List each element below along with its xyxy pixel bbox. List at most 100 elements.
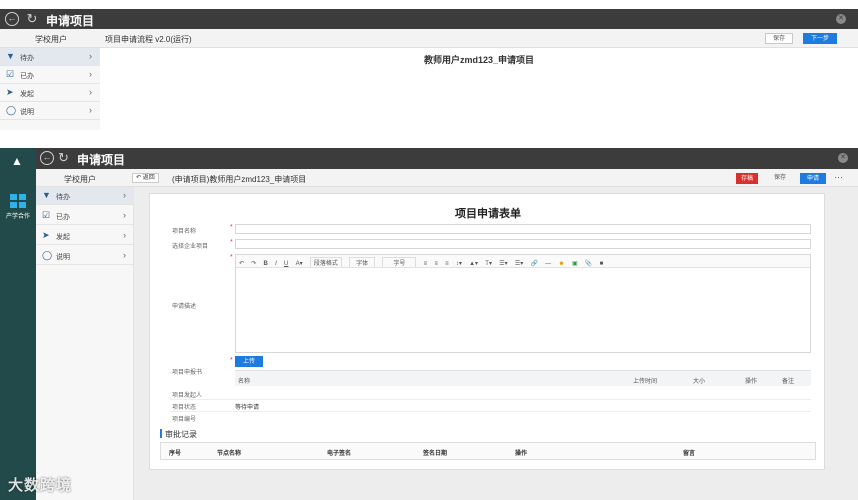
sidebar-item-label: 已办 <box>56 214 70 221</box>
chevron-right-icon: › <box>123 210 126 220</box>
close-icon[interactable]: ✕ <box>836 14 846 24</box>
paragraph-format-select[interactable]: 段落格式 <box>309 257 342 267</box>
col-upload-time: 上传时间 <box>633 379 658 385</box>
top-process-label: 项目申请流程 v2.0(运行) <box>105 35 192 44</box>
chevron-right-icon: › <box>89 51 92 61</box>
undo-icon[interactable]: ↶ <box>239 260 244 267</box>
bottom-sidebar-item-done[interactable]: ☑ 已办 › <box>36 207 134 225</box>
bottom-user-label: 学校用户 <box>64 175 96 184</box>
top-sidebar-item-help[interactable]: ◯ 说明 › <box>0 102 100 120</box>
bottom-sidebar-item-todo[interactable]: ▼ 待办 › <box>36 187 134 205</box>
inbox-icon: ▼ <box>6 51 15 61</box>
check-box-icon: ☑ <box>42 210 51 220</box>
top-next-button[interactable]: 下一步 <box>803 33 837 44</box>
col-seq: 序号 <box>169 451 182 457</box>
col-size: 大小 <box>693 379 706 385</box>
top-user-label: 学校用户 <box>35 35 67 44</box>
back-label: 返回 <box>142 175 155 181</box>
close-icon[interactable]: ✕ <box>838 153 848 163</box>
emoji-icon[interactable]: ☻ <box>558 261 564 267</box>
link-icon[interactable]: 🔗 <box>530 260 537 267</box>
bottom-breadcrumb: (申请项目)教师用户zmd123_申请项目 <box>172 175 307 184</box>
attachment-icon[interactable]: 📎 <box>585 260 592 267</box>
divider-icon[interactable]: — <box>545 261 551 267</box>
font-select[interactable]: 字体 <box>349 257 376 267</box>
status-label: 项目状态 <box>172 405 197 411</box>
bottom-sidebar-item-help[interactable]: ◯ 说明 › <box>36 247 134 265</box>
col-action: 操作 <box>745 379 758 385</box>
top-content: 教师用户zmd123_申请项目 <box>100 48 858 130</box>
ordered-list-icon[interactable]: ☰▾ <box>499 260 507 267</box>
unordered-list-icon[interactable]: ☰▾ <box>515 260 523 267</box>
font-color-icon[interactable]: A▾ <box>296 260 303 267</box>
chevron-right-icon: › <box>123 250 126 260</box>
col-approval-action: 操作 <box>515 451 528 457</box>
project-name-input[interactable] <box>235 224 811 234</box>
bottom-sidebar-item-initiate[interactable]: ➤ 发起 › <box>36 227 134 245</box>
bottom-subbar: 学校用户 ↶ 返回 (申请项目)教师用户zmd123_申请项目 存稿 保存 申请… <box>36 169 858 187</box>
required-mark: * <box>230 357 233 364</box>
watermark: 大数跨境 <box>8 477 73 494</box>
top-save-button[interactable]: 保存 <box>765 33 793 44</box>
chevron-right-icon: › <box>89 105 92 115</box>
sidebar-item-label: 发起 <box>56 234 70 241</box>
save-draft-button[interactable]: 存稿 <box>736 173 758 184</box>
description-editor[interactable]: ↶ ↷ B I U A▾ 段落格式 字体 字号 ≡ ≡ ≡ ↕▾ ▲▾ T▾ ☰… <box>235 254 811 353</box>
bottom-sidebar: ▼ 待办 › ☑ 已办 › ➤ 发起 › ◯ 说明 › <box>36 187 134 500</box>
image-icon[interactable]: ▣ <box>572 260 578 267</box>
required-mark: * <box>230 254 233 261</box>
application-form: 项目申请表单 项目名称 * 选择企业项目 * * ↶ ↷ B I U A▾ 段落… <box>149 193 825 470</box>
redo-icon[interactable]: ↷ <box>251 260 256 267</box>
top-sidebar-item-todo[interactable]: ▼ 待办 › <box>0 48 100 66</box>
align-right-icon[interactable]: ≡ <box>445 261 449 267</box>
line-height-icon[interactable]: ↕▾ <box>456 260 462 267</box>
top-center-title: 教师用户zmd123_申请项目 <box>423 55 535 65</box>
back-circle-icon[interactable]: ← <box>40 151 54 165</box>
back-button[interactable]: ↶ 返回 <box>132 173 159 183</box>
video-icon[interactable]: ■ <box>600 261 604 267</box>
project-name-label: 项目名称 <box>172 229 197 235</box>
divider <box>170 411 811 412</box>
top-sidebar-item-initiate[interactable]: ➤ 发起 › <box>0 84 100 102</box>
submit-button[interactable]: 申请 <box>800 173 826 184</box>
align-center-icon[interactable]: ≡ <box>434 261 438 267</box>
lightbulb-icon: ◯ <box>6 105 17 115</box>
italic-icon[interactable]: I <box>275 261 277 267</box>
col-sign-date: 签名日期 <box>423 451 448 457</box>
rail-label[interactable]: 产学合作 <box>2 211 34 220</box>
chevron-right-icon: › <box>123 190 126 200</box>
company-project-input[interactable] <box>235 239 811 249</box>
sidebar-item-label: 待办 <box>56 194 70 201</box>
top-subbar: 学校用户 项目申请流程 v2.0(运行) 保存 下一步 <box>0 29 858 48</box>
bold-icon[interactable]: B <box>264 261 268 267</box>
upload-table-header: 名称 上传时间 大小 操作 备注 <box>235 370 811 386</box>
check-box-icon: ☑ <box>6 69 15 79</box>
return-arrow-icon: ↶ <box>136 175 142 181</box>
sidebar-item-label: 待办 <box>20 55 34 62</box>
back-circle-icon[interactable]: ← <box>5 12 19 26</box>
bell-icon[interactable]: ▲ <box>11 154 23 168</box>
text-style-icon[interactable]: T▾ <box>485 260 492 267</box>
windows-icon[interactable] <box>10 194 26 208</box>
refresh-icon[interactable]: ↻ <box>58 150 69 166</box>
top-titlebar: ← ↻ 申请项目 ✕ <box>0 9 858 29</box>
sidebar-item-label: 说明 <box>20 109 34 116</box>
font-size-select[interactable]: 字号 <box>382 257 417 267</box>
col-node: 节点名称 <box>217 451 242 457</box>
more-icon[interactable]: ··· <box>834 172 843 182</box>
left-rail: ▲ 产学合作 <box>0 148 36 500</box>
fill-color-icon[interactable]: ▲▾ <box>469 260 478 267</box>
save-button[interactable]: 保存 <box>769 173 791 184</box>
top-sidebar-item-done[interactable]: ☑ 已办 › <box>0 66 100 84</box>
underline-icon[interactable]: U <box>284 261 288 267</box>
col-name: 名称 <box>238 379 251 385</box>
report-label: 项目申报书 <box>172 370 203 376</box>
initiator-label: 项目发起人 <box>172 393 203 399</box>
bottom-titlebar: ← ↻ 申请项目 ✕ <box>36 148 858 169</box>
align-left-icon[interactable]: ≡ <box>424 261 428 267</box>
refresh-icon[interactable]: ↻ <box>25 12 39 26</box>
upload-button[interactable]: 上传 <box>235 356 263 367</box>
top-window-title: 申请项目 <box>46 14 95 28</box>
status-value: 等待申请 <box>235 405 260 411</box>
lightbulb-icon: ◯ <box>42 250 53 260</box>
